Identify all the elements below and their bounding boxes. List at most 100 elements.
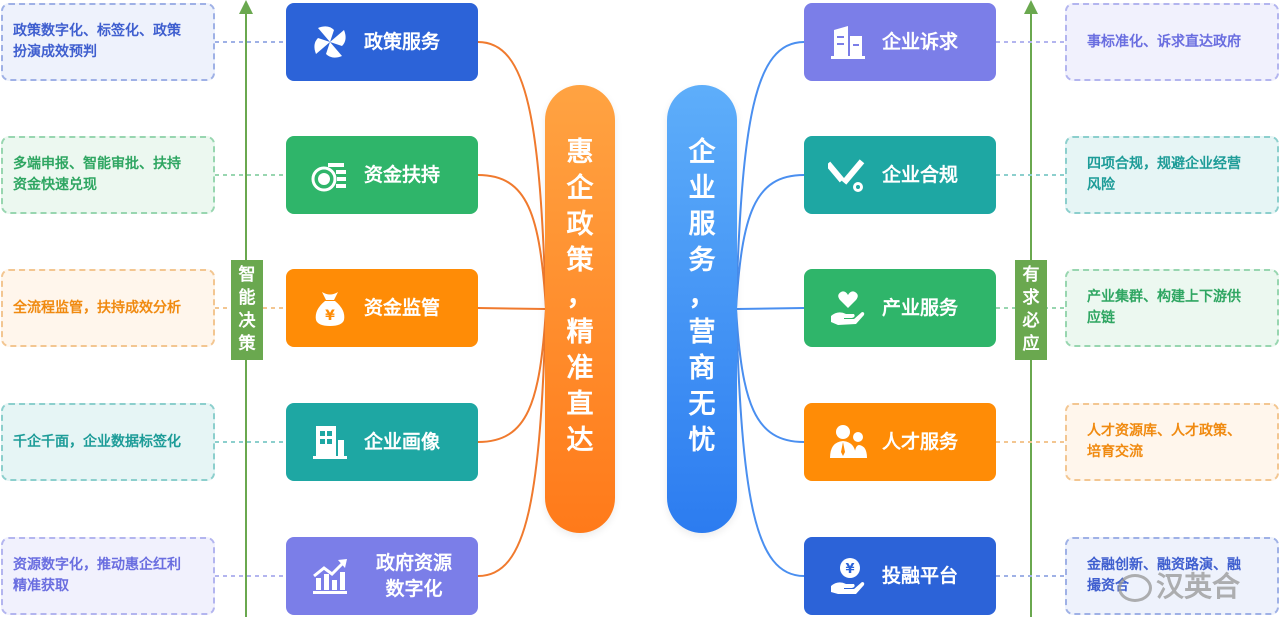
pinwheel-icon xyxy=(310,22,350,62)
tag-char: 有 xyxy=(1022,265,1040,285)
title-char: 准 xyxy=(566,353,594,384)
right-node-2[interactable]: 企业合规 xyxy=(804,136,996,214)
building-icon xyxy=(310,422,350,462)
right-node-1[interactable]: 企业诉求 xyxy=(804,3,996,81)
node-label: 投融平台 xyxy=(882,565,959,587)
title-char: ， xyxy=(688,281,716,312)
coin-stack-icon xyxy=(310,155,350,195)
right-curve-connector xyxy=(735,174,805,310)
right-curve-connector xyxy=(735,307,805,310)
left-axis-arrowhead xyxy=(239,0,253,14)
title-char: 业 xyxy=(688,173,716,204)
left-node-3[interactable]: ¥ 资金监管 xyxy=(286,269,478,347)
desc-line: 全流程监管，扶持成效分析 xyxy=(13,299,181,316)
desc-line: 应链 xyxy=(1087,310,1115,326)
left-node-4[interactable]: 企业画像 xyxy=(286,403,478,481)
right-node-4[interactable]: 人才服务 xyxy=(804,403,996,481)
right-desc-box-3: 产业集群、构建上下游供 应链 xyxy=(1065,269,1279,347)
node-label: 资金监管 xyxy=(364,297,441,319)
weibo-icon xyxy=(1118,574,1152,602)
growth-chart-icon xyxy=(310,556,350,596)
node-label: 企业画像 xyxy=(364,431,441,453)
title-char: 策 xyxy=(566,245,594,276)
svg-text:¥: ¥ xyxy=(845,562,854,577)
left-node-5[interactable]: 政府资源 数字化 xyxy=(286,537,478,615)
node-label-line: 数字化 xyxy=(385,578,443,600)
title-char: 企 xyxy=(688,137,716,168)
title-char: 直 xyxy=(566,389,594,420)
tag-char: 决 xyxy=(238,311,256,331)
left-desc-box-3: 全流程监管，扶持成效分析 xyxy=(1,269,215,347)
title-char: 政 xyxy=(566,209,594,240)
desc-line: 千企千面，企业数据标签化 xyxy=(13,433,181,450)
left-axis-tag: 智 能 决 策 xyxy=(231,260,263,360)
right-center-title: 企业服务 ， 营商无忧 xyxy=(667,85,737,533)
node-label: 资金扶持 xyxy=(364,164,441,186)
right-axis-arrowhead xyxy=(1024,0,1038,14)
right-node-5[interactable]: ¥ 投融平台 xyxy=(804,537,996,615)
node-label-line: 政府资源 xyxy=(375,552,452,574)
svg-text:¥: ¥ xyxy=(325,308,335,324)
desc-line: 资源数字化，推动惠企红利 xyxy=(13,557,181,573)
left-curve-connector xyxy=(477,308,547,577)
title-char: 营 xyxy=(688,317,716,348)
left-desc-box-1: 政策数字化、标签化、政策 扮演成效预判 xyxy=(1,3,215,81)
desc-line: 资金快速兑现 xyxy=(13,177,97,193)
yuan-hand-icon: ¥ xyxy=(828,556,868,596)
node-label: 人才服务 xyxy=(882,431,959,453)
office-buildings-icon xyxy=(828,22,868,62)
people-icon xyxy=(828,422,868,462)
title-char: 忧 xyxy=(688,425,716,456)
title-char: 无 xyxy=(688,389,716,420)
desc-line: 政策数字化、标签化、政策 xyxy=(13,23,181,39)
watermark: 汉英合 xyxy=(1118,565,1240,605)
right-desc-box-4: 人才资源库、人才政策、 培育交流 xyxy=(1065,403,1279,481)
left-desc-box-4: 千企千面，企业数据标签化 xyxy=(1,403,215,481)
title-char: 精 xyxy=(566,317,594,348)
tag-char: 策 xyxy=(238,334,256,354)
title-char: 服 xyxy=(688,209,716,240)
left-node-2[interactable]: 资金扶持 xyxy=(286,136,478,214)
heart-hand-icon xyxy=(828,288,868,328)
tag-char: 应 xyxy=(1022,334,1040,354)
title-char: 商 xyxy=(688,353,716,384)
left-center-title: 惠企政策 ， 精准直达 xyxy=(545,85,615,533)
desc-line: 扮演成效预判 xyxy=(13,44,97,60)
title-char: 惠 xyxy=(566,137,594,168)
desc-line: 风险 xyxy=(1087,177,1115,193)
desc-line: 事标准化、诉求直达政府 xyxy=(1087,33,1241,50)
left-desc-box-2: 多端申报、智能审批、扶持 资金快速兑现 xyxy=(1,136,215,214)
node-label: 政策服务 xyxy=(364,31,441,53)
tag-char: 智 xyxy=(238,265,256,285)
tag-char: 必 xyxy=(1022,311,1040,331)
watermark-text: 汉英合 xyxy=(1156,570,1241,603)
desc-line: 产业集群、构建上下游供 xyxy=(1087,289,1241,305)
title-char: 务 xyxy=(688,245,716,276)
desc-line: 培育交流 xyxy=(1087,444,1143,460)
left-curve-connector xyxy=(477,307,547,310)
right-node-3[interactable]: 产业服务 xyxy=(804,269,996,347)
pencil-ruler-gear-icon xyxy=(825,155,868,195)
tag-char: 能 xyxy=(238,288,256,308)
money-bag-icon: ¥ xyxy=(310,288,350,328)
desc-line: 多端申报、智能审批、扶持 xyxy=(13,156,181,172)
right-curve-connector xyxy=(735,308,805,577)
left-curve-connector xyxy=(477,308,547,443)
tag-char: 求 xyxy=(1022,288,1040,308)
left-curve-connector xyxy=(477,174,547,310)
node-label: 产业服务 xyxy=(882,297,959,319)
desc-line: 精准获取 xyxy=(13,578,69,594)
right-axis-tag: 有 求 必 应 xyxy=(1015,260,1047,360)
title-char: ， xyxy=(566,281,594,312)
title-char: 达 xyxy=(566,425,594,456)
right-desc-box-1: 事标准化、诉求直达政府 xyxy=(1065,3,1279,81)
desc-line: 人才资源库、人才政策、 xyxy=(1087,423,1241,439)
left-desc-box-5: 资源数字化，推动惠企红利 精准获取 xyxy=(1,537,215,615)
node-label: 企业诉求 xyxy=(882,31,959,53)
desc-line: 四项合规，规避企业经营 xyxy=(1087,156,1241,172)
left-node-1[interactable]: 政策服务 xyxy=(286,3,478,81)
node-label: 企业合规 xyxy=(882,164,959,186)
right-desc-box-2: 四项合规，规避企业经营 风险 xyxy=(1065,136,1279,214)
node-label: 政府资源 数字化 xyxy=(364,550,464,602)
right-curve-connector xyxy=(735,308,805,443)
